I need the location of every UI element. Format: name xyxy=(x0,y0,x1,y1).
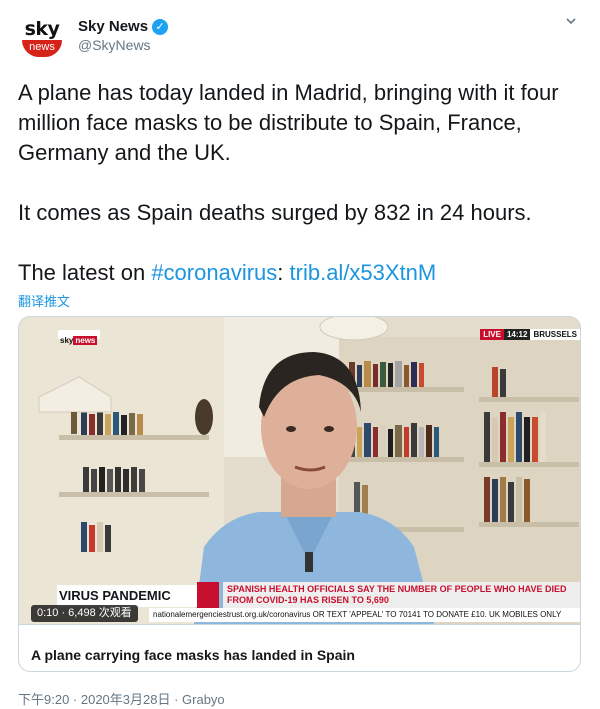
avatar[interactable]: sky news xyxy=(18,14,66,62)
tweet-header: sky news Sky News ✓ @SkyNews xyxy=(18,14,582,62)
video-card[interactable]: sky news LIVE 14:12 BRUSSELS VIRUS PANDEM… xyxy=(18,316,581,672)
avatar-sky-text: sky xyxy=(24,18,60,40)
live-location: BRUSSELS xyxy=(530,329,580,340)
tweet-paragraph-3: The latest on #coronavirus: trib.al/x53X… xyxy=(18,258,578,288)
live-indicator: LIVE 14:12 BRUSSELS xyxy=(480,329,580,340)
card-title[interactable]: A plane carrying face masks has landed i… xyxy=(31,647,355,663)
section-label: VIRUS PANDEMIC xyxy=(57,585,197,607)
author-block: Sky News ✓ @SkyNews xyxy=(78,18,169,53)
translate-tweet-link[interactable]: 翻译推文 xyxy=(18,291,70,310)
ticker-text: nationalemergenciestrust.org.uk/coronavi… xyxy=(149,608,580,622)
play-duration-views[interactable]: 0:10 · 6,498 次观看 xyxy=(31,605,138,622)
tweet-body: A plane has today landed in Madrid, brin… xyxy=(18,78,578,288)
tweet-timestamp[interactable]: 下午9:20 · 2020年3月28日 · Grabyo xyxy=(18,689,225,708)
chevron-down-icon[interactable] xyxy=(562,14,580,32)
avatar-news-text: news xyxy=(22,40,62,57)
display-name[interactable]: Sky News xyxy=(78,18,148,35)
url-link[interactable]: trib.al/x53XtnM xyxy=(290,260,437,285)
card-divider xyxy=(19,624,580,625)
verified-badge-icon: ✓ xyxy=(152,18,169,35)
live-time: 14:12 xyxy=(503,329,531,340)
sky-logo-icon xyxy=(197,582,219,608)
tweet-paragraph-2: It comes as Spain deaths surged by 832 i… xyxy=(18,200,532,225)
colon: : xyxy=(277,260,284,285)
headline-strap: SPANISH HEALTH OFFICIALS SAY THE NUMBER … xyxy=(223,582,580,608)
bug-sky-text: sky xyxy=(60,336,74,345)
hashtag-link[interactable]: #coronavirus xyxy=(151,260,277,285)
live-label: LIVE xyxy=(480,329,504,340)
tweet-prefix: The latest on xyxy=(18,260,152,285)
author-handle[interactable]: @SkyNews xyxy=(78,37,168,53)
bug-news-text: news xyxy=(73,336,98,345)
sky-news-bug: sky news xyxy=(58,330,100,345)
author-name-row[interactable]: Sky News ✓ xyxy=(78,18,169,35)
tweet-paragraph-1: A plane has today landed in Madrid, brin… xyxy=(18,80,559,165)
video-player[interactable]: sky news LIVE 14:12 BRUSSELS VIRUS PANDEM… xyxy=(19,317,580,624)
